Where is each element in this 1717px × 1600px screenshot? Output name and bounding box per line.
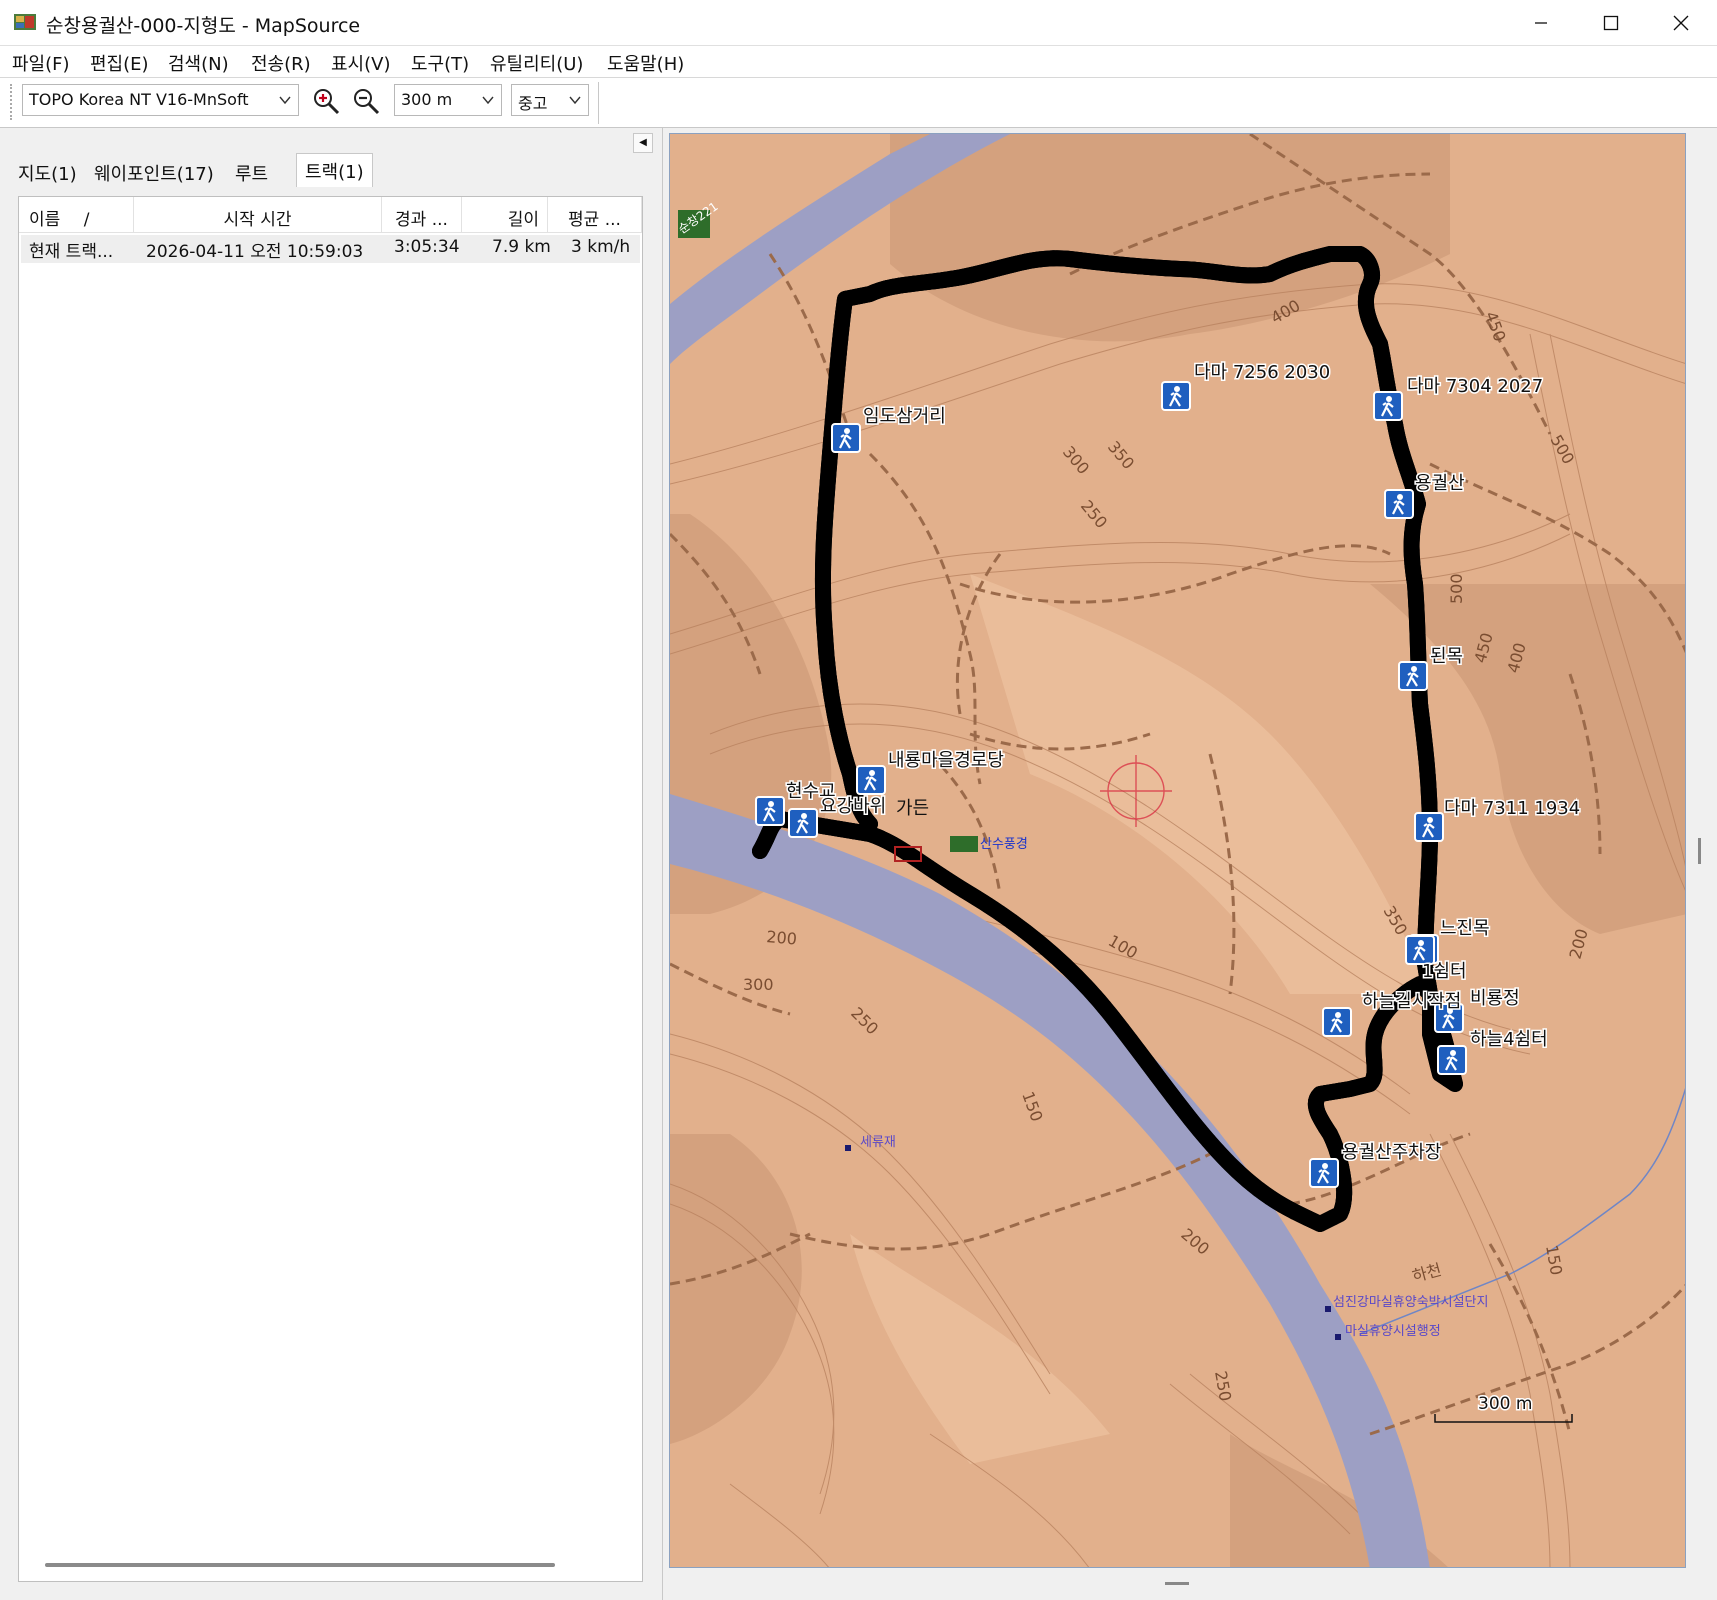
chevron-down-icon	[279, 96, 291, 105]
place-label: 가든	[896, 798, 929, 819]
place-label: 산수풍경	[980, 837, 1028, 852]
track-elapsed-cell: 3:05:34	[394, 237, 460, 257]
window-title: 순창용궐산-000-지형도 - MapSource	[46, 15, 361, 37]
waypoint-label: 느진목	[1440, 918, 1490, 939]
toolbar-grip[interactable]	[10, 84, 14, 120]
waypoint-label: 용궐산	[1415, 473, 1465, 494]
zoom-in-icon[interactable]	[311, 86, 341, 116]
waypoint-label: 비룡정	[1470, 988, 1520, 1009]
poi-marker	[1325, 1306, 1331, 1312]
menu-transfer[interactable]: 전송(R)	[251, 50, 311, 76]
waypoint-label: 용궐산주차장	[1342, 1142, 1441, 1163]
hiker-icon[interactable]	[1414, 812, 1444, 842]
maximize-button[interactable]	[1576, 0, 1646, 46]
hiker-icon[interactable]	[1373, 391, 1403, 421]
title-bar: 순창용궐산-000-지형도 - MapSource	[0, 0, 1717, 46]
hiker-icon[interactable]	[1384, 489, 1414, 519]
zoom-scale-value: 300 m	[401, 90, 453, 109]
hiker-icon[interactable]	[1398, 661, 1428, 691]
splitter-handle[interactable]	[1698, 838, 1701, 864]
hiker-icon[interactable]	[755, 796, 785, 826]
mapsource-app-icon	[14, 14, 36, 30]
detail-level-value: 중고	[518, 94, 548, 113]
maximize-icon	[1603, 15, 1619, 31]
map-product-select[interactable]: TOPO Korea NT V16-MnSoft	[22, 84, 299, 116]
waypoint-label: 다마 7311 1934	[1444, 798, 1580, 819]
waypoint-label: 하늘길시작점	[1362, 991, 1461, 1012]
zoom-out-icon[interactable]	[351, 86, 381, 116]
scale-label: 300 m	[1478, 1394, 1532, 1414]
hiker-icon[interactable]	[1437, 1045, 1467, 1075]
minimize-button[interactable]	[1506, 0, 1576, 46]
waypoint-label: 내룡마을경로당	[888, 750, 1004, 771]
waypoint-label: 1쉼터	[1422, 961, 1467, 982]
close-icon	[1673, 15, 1689, 31]
toolbar: TOPO Korea NT V16-MnSoft 300 m 중고	[0, 78, 1717, 128]
track-name-cell[interactable]: 현재 트랙...	[29, 237, 113, 262]
hiker-icon[interactable]	[1161, 381, 1191, 411]
poi-marker	[845, 1145, 851, 1151]
track-length-cell: 7.9 km	[492, 237, 551, 257]
menu-tools[interactable]: 도구(T)	[411, 50, 469, 76]
column-header-name[interactable]: 이름 /	[19, 197, 134, 233]
waypoint-label: 하늘4쉼터	[1470, 1029, 1548, 1050]
hiker-icon[interactable]	[788, 808, 818, 838]
waypoint-label: 된목	[1430, 646, 1463, 667]
place-label: 세류재	[860, 1135, 896, 1150]
column-header-start-time[interactable]: 시작 시간	[134, 197, 382, 233]
hiker-icon[interactable]	[1322, 1007, 1352, 1037]
zoom-scale-select[interactable]: 300 m	[394, 84, 502, 116]
menu-help[interactable]: 도움말(H)	[607, 50, 684, 76]
minimize-icon	[1535, 22, 1547, 24]
tab-maps[interactable]: 지도(1)	[10, 156, 85, 186]
waypoint-label: 다마 7304 2027	[1407, 376, 1543, 397]
park-icon	[950, 836, 978, 852]
map-product-value: TOPO Korea NT V16-MnSoft	[29, 90, 249, 109]
detail-level-select[interactable]: 중고	[511, 84, 589, 116]
chevron-down-icon	[482, 96, 494, 105]
hiker-icon[interactable]	[1405, 935, 1435, 965]
column-header-length[interactable]: 길이	[462, 197, 548, 233]
menu-view[interactable]: 표시(V)	[331, 50, 390, 76]
topo-map[interactable]: 400 450 500 300 350 250 500 450 400 200 …	[670, 134, 1686, 1568]
toolbar-separator	[598, 82, 599, 124]
hiker-icon[interactable]	[831, 423, 861, 453]
menu-search[interactable]: 검색(N)	[168, 50, 229, 76]
menu-edit[interactable]: 편집(E)	[90, 50, 149, 76]
column-name-label: 이름	[29, 210, 61, 230]
contour-label: 300	[743, 975, 774, 994]
column-header-elapsed[interactable]: 경과 ...	[382, 197, 462, 233]
horizontal-scrollbar[interactable]	[45, 1563, 555, 1567]
place-label: 마실휴양시설행정	[1345, 1323, 1441, 1339]
place-label: 섬진강마실휴양숙박시설단지	[1333, 1295, 1488, 1310]
map-view[interactable]: 400 450 500 300 350 250 500 450 400 200 …	[669, 133, 1686, 1568]
waypoint-label: 요강바위	[820, 796, 886, 817]
column-header-avg-speed[interactable]: 평균 ...	[548, 197, 642, 233]
tab-routes[interactable]: 루트	[227, 156, 276, 186]
close-button[interactable]	[1646, 0, 1716, 46]
menu-file[interactable]: 파일(F)	[12, 50, 70, 76]
hiker-icon[interactable]	[1309, 1158, 1339, 1188]
track-start-cell: 2026-04-11 오전 10:59:03	[146, 242, 364, 262]
contour-label: 200	[766, 927, 798, 949]
sort-indicator: /	[83, 210, 90, 230]
hiker-icon[interactable]	[856, 765, 886, 795]
menu-bar: 파일(F) 편집(E) 검색(N) 전송(R) 표시(V) 도구(T) 유틸리티…	[0, 46, 1717, 78]
poi-marker	[1335, 1334, 1341, 1340]
splitter-handle[interactable]	[1165, 1582, 1189, 1585]
menu-utilities[interactable]: 유틸리티(U)	[490, 50, 583, 76]
track-avg-cell: 3 km/h	[571, 237, 631, 257]
contour-label: 500	[1447, 573, 1466, 604]
waypoint-label: 임도삼거리	[863, 406, 946, 427]
tab-waypoints[interactable]: 웨이포인트(17)	[86, 156, 222, 186]
waypoint-label: 다마 7256 2030	[1194, 362, 1330, 383]
chevron-down-icon	[569, 96, 581, 105]
collapse-pane-button[interactable]: ◀	[633, 133, 653, 153]
track-list: 이름 / 시작 시간 경과 ... 길이 평균 ... 현재 트랙... 202…	[18, 196, 643, 1582]
tab-tracks[interactable]: 트랙(1)	[296, 153, 373, 187]
